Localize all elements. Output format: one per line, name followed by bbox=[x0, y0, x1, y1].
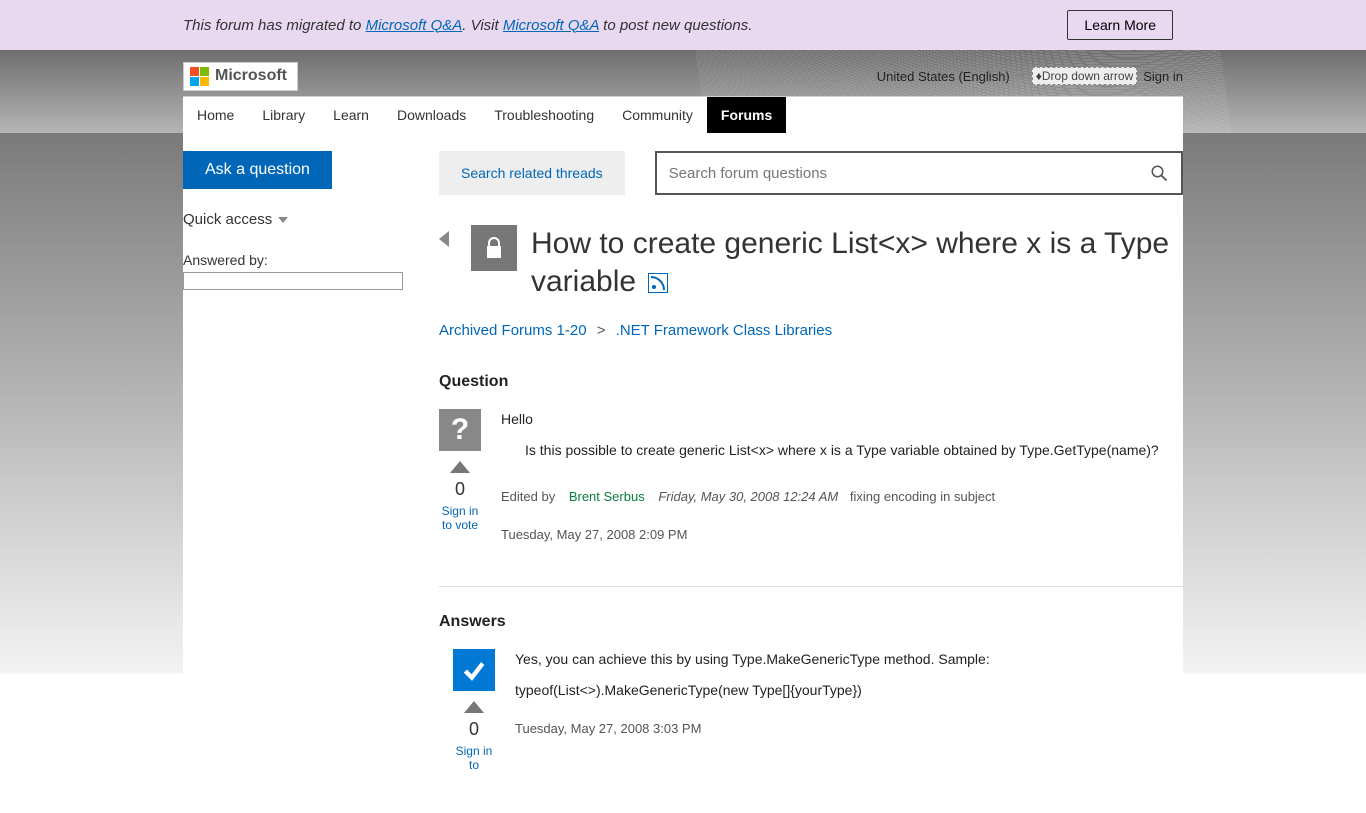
search-input[interactable] bbox=[657, 165, 1137, 182]
banner-middle: . Visit bbox=[462, 17, 503, 34]
quick-access-toggle[interactable]: Quick access bbox=[183, 211, 423, 228]
locale-caret-icon[interactable] bbox=[1016, 73, 1026, 79]
breadcrumb-sep: > bbox=[597, 322, 606, 339]
learn-more-button[interactable]: Learn More bbox=[1067, 10, 1173, 40]
divider bbox=[439, 586, 1183, 587]
content: Search related threads How to create gen… bbox=[433, 151, 1183, 773]
answered-by-input[interactable] bbox=[183, 272, 403, 290]
nav-home[interactable]: Home bbox=[183, 97, 248, 133]
nav-library[interactable]: Library bbox=[248, 97, 319, 133]
check-icon bbox=[461, 657, 487, 683]
breadcrumb: Archived Forums 1-20 > .NET Framework Cl… bbox=[439, 322, 1183, 339]
banner-link-2[interactable]: Microsoft Q&A bbox=[503, 17, 599, 34]
microsoft-logo[interactable]: Microsoft bbox=[183, 62, 298, 91]
edit-reason: fixing encoding in subject bbox=[850, 489, 995, 504]
search-box bbox=[655, 151, 1183, 195]
breadcrumb-category[interactable]: .NET Framework Class Libraries bbox=[616, 322, 832, 339]
rss-icon[interactable] bbox=[648, 273, 668, 293]
answer-badge bbox=[453, 649, 495, 691]
question-badge-icon: ? bbox=[439, 409, 481, 451]
thread-title: How to create generic List<x> where x is… bbox=[531, 225, 1183, 300]
answers-heading: Answers bbox=[439, 613, 1183, 631]
sign-in-to-vote-link[interactable]: Sign in to vote bbox=[439, 504, 481, 533]
locked-badge bbox=[471, 225, 517, 271]
banner-suffix: to post new questions. bbox=[599, 17, 752, 34]
question-line-1: Hello bbox=[501, 409, 1183, 430]
upvote-icon[interactable] bbox=[464, 701, 484, 713]
collapse-caret-icon[interactable] bbox=[439, 231, 449, 247]
nav-forums[interactable]: Forums bbox=[707, 97, 786, 133]
question-vote-count: 0 bbox=[455, 479, 465, 500]
locale-label[interactable]: United States (English) bbox=[877, 69, 1010, 84]
upvote-icon[interactable] bbox=[450, 461, 470, 473]
dropdown-alt-badge: ♦Drop down arrow bbox=[1032, 67, 1138, 85]
nav-bar: Home Library Learn Downloads Troubleshoo… bbox=[183, 96, 1183, 133]
sign-in-to-vote-link[interactable]: Sign in to bbox=[453, 744, 495, 773]
breadcrumb-archived[interactable]: Archived Forums 1-20 bbox=[439, 322, 587, 339]
editor-name[interactable]: Brent Serbus bbox=[569, 489, 645, 504]
edit-date: Friday, May 30, 2008 12:24 AM bbox=[658, 489, 838, 504]
banner-link-1[interactable]: Microsoft Q&A bbox=[366, 17, 463, 34]
signin-link[interactable]: Sign in bbox=[1143, 69, 1183, 84]
main: Ask a question Quick access Answered by:… bbox=[183, 133, 1183, 813]
edited-by-label: Edited by bbox=[501, 489, 555, 504]
migration-banner: This forum has migrated to Microsoft Q&A… bbox=[0, 0, 1366, 50]
edit-info: Edited by Brent Serbus Friday, May 30, 2… bbox=[501, 487, 1183, 507]
question-heading: Question bbox=[439, 373, 1183, 391]
ask-question-button[interactable]: Ask a question bbox=[183, 151, 332, 189]
question-date: Tuesday, May 27, 2008 2:09 PM bbox=[501, 525, 1183, 545]
search-button[interactable] bbox=[1137, 164, 1181, 182]
sidebar: Ask a question Quick access Answered by: bbox=[183, 151, 433, 773]
quick-access-label: Quick access bbox=[183, 211, 272, 228]
nav-troubleshooting[interactable]: Troubleshooting bbox=[480, 97, 608, 133]
answer-line-1: Yes, you can achieve this by using Type.… bbox=[515, 649, 1183, 670]
nav-learn[interactable]: Learn bbox=[319, 97, 383, 133]
search-icon bbox=[1150, 164, 1168, 182]
lock-icon bbox=[482, 236, 506, 260]
nav-community[interactable]: Community bbox=[608, 97, 707, 133]
question-line-2: Is this possible to create generic List<… bbox=[525, 440, 1183, 461]
answer-date: Tuesday, May 27, 2008 3:03 PM bbox=[515, 719, 1183, 739]
migration-text: This forum has migrated to Microsoft Q&A… bbox=[183, 17, 752, 34]
answered-by-label: Answered by: bbox=[183, 252, 268, 268]
search-related-button[interactable]: Search related threads bbox=[439, 151, 625, 195]
banner-prefix: This forum has migrated to bbox=[183, 17, 366, 34]
microsoft-logo-icon bbox=[190, 67, 209, 86]
nav-downloads[interactable]: Downloads bbox=[383, 97, 480, 133]
answer-line-2: typeof(List<>).MakeGenericType(new Type[… bbox=[515, 680, 1183, 701]
chevron-down-icon bbox=[278, 217, 288, 223]
header-band: Microsoft United States (English) ♦Drop … bbox=[0, 50, 1366, 133]
brand-text: Microsoft bbox=[215, 67, 287, 85]
answer-post: 0 Sign in to Yes, you can achieve this b… bbox=[453, 649, 1183, 773]
question-post: ? 0 Sign in to vote Hello Is this possib… bbox=[439, 409, 1183, 544]
locale-row: United States (English) ♦Drop down arrow… bbox=[877, 67, 1183, 85]
answer-vote-count: 0 bbox=[469, 719, 479, 740]
answered-by-section: Answered by: bbox=[183, 252, 423, 290]
